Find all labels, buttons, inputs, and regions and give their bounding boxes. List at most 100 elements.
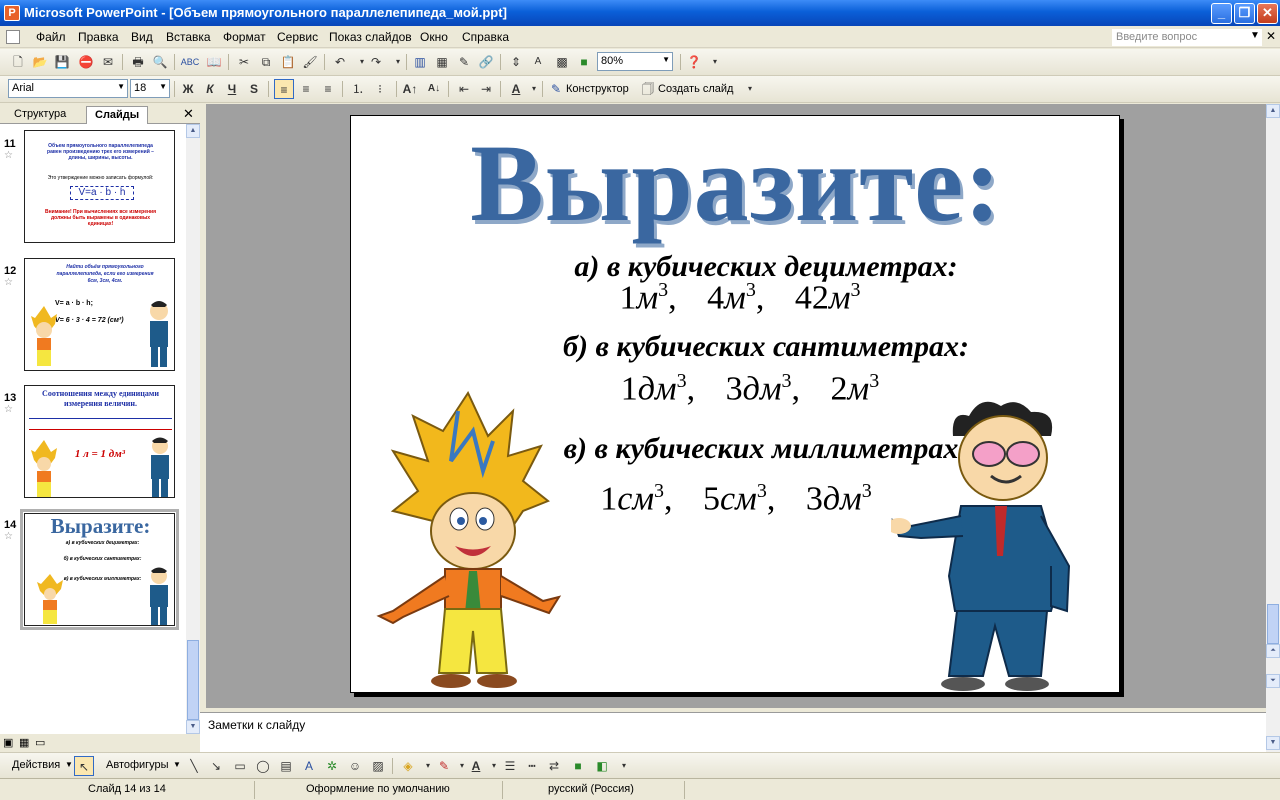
spelling-icon[interactable]: ABC	[180, 52, 200, 72]
slide-sorter-icon[interactable]: ▦	[19, 736, 29, 749]
wordart-icon[interactable]: A	[299, 756, 319, 776]
font-size-combo[interactable]: 18 ▼	[130, 79, 170, 98]
slide-thumbnail-11[interactable]: Объем прямоугольного параллелепипеда рав…	[24, 130, 175, 243]
print-preview-icon[interactable]: 🔍	[150, 52, 170, 72]
normal-view-icon[interactable]: ▣	[3, 736, 13, 749]
slide-thumbnail-13[interactable]: Соотношения между единицами измерения ве…	[24, 385, 175, 498]
toolbar-options-icon[interactable]: ▾	[614, 756, 634, 776]
undo-icon[interactable]: ↶	[330, 52, 350, 72]
print-icon[interactable]: 🖶	[128, 52, 148, 72]
menu-window[interactable]: Окно	[420, 30, 448, 44]
zoom-combo[interactable]: 80% ▼	[597, 52, 673, 71]
menu-file[interactable]: Файл	[36, 30, 66, 44]
slide-canvas[interactable]: Выразите: а) в кубических дециметрах: 1м…	[350, 115, 1120, 693]
font-color-dropdown-icon[interactable]: ▾	[524, 79, 544, 99]
scroll-thumb[interactable]	[187, 640, 199, 720]
italic-button[interactable]: К	[200, 79, 220, 99]
slideshow-icon[interactable]: ▭	[35, 736, 45, 749]
cartoon-boy-illustration[interactable]	[373, 390, 563, 691]
font-color-icon[interactable]: A	[506, 79, 526, 99]
decrease-font-icon[interactable]: A↓	[424, 79, 444, 99]
arrow-style-icon[interactable]: ⇄	[544, 756, 564, 776]
align-center-icon[interactable]: ≡	[296, 79, 316, 99]
clipart-icon[interactable]: ☺	[345, 756, 365, 776]
insert-table-icon[interactable]: ▦	[432, 52, 452, 72]
tables-borders-icon[interactable]: ✎	[454, 52, 474, 72]
workspace-scrollbar[interactable]: ▲ ⏶ ⏷ ▼	[1266, 104, 1280, 752]
tab-slides[interactable]: Слайды	[86, 106, 149, 124]
arrow-icon[interactable]: ↘	[206, 756, 226, 776]
previous-slide-icon[interactable]: ⏶	[1266, 644, 1280, 658]
toolbar-options-icon[interactable]: ▾	[705, 52, 725, 72]
scroll-thumb[interactable]	[1267, 604, 1279, 644]
save-icon[interactable]: 💾	[52, 52, 72, 72]
expand-all-icon[interactable]: ⇕	[506, 52, 526, 72]
align-right-icon[interactable]: ≡	[318, 79, 338, 99]
shadow-style-icon[interactable]: ■	[568, 756, 588, 776]
menu-insert[interactable]: Вставка	[166, 30, 211, 44]
help-icon[interactable]: ❓	[684, 52, 704, 72]
insert-hyperlink-icon[interactable]: 🔗	[476, 52, 496, 72]
scroll-down-icon[interactable]: ▼	[186, 720, 200, 734]
menu-tools[interactable]: Сервис	[277, 30, 318, 44]
tab-outline[interactable]: Структура	[6, 106, 74, 124]
textbox-icon[interactable]: ▤	[276, 756, 296, 776]
picture-icon[interactable]: ▨	[368, 756, 388, 776]
select-objects-icon[interactable]: ↖	[74, 756, 94, 776]
new-icon[interactable]: 🗋	[8, 52, 28, 72]
close-button[interactable]: ✕	[1257, 3, 1278, 24]
increase-font-icon[interactable]: A↑	[400, 79, 420, 99]
document-icon[interactable]	[6, 30, 20, 44]
notes-pane[interactable]: Заметки к слайду	[200, 712, 1266, 752]
designer-icon[interactable]: ✎	[546, 79, 566, 99]
menu-help[interactable]: Справка	[462, 30, 509, 44]
next-slide-icon[interactable]: ⏷	[1266, 674, 1280, 688]
redo-icon[interactable]: ↷	[366, 52, 386, 72]
menu-format[interactable]: Формат	[223, 30, 266, 44]
font-combo[interactable]: Arial ▼	[8, 79, 128, 98]
help-dropdown-icon[interactable]: ▼	[1250, 30, 1260, 41]
increase-indent-icon[interactable]: ⇥	[476, 79, 496, 99]
autoshapes-menu[interactable]: Автофигуры	[106, 759, 169, 771]
bold-button[interactable]: Ж	[178, 79, 198, 99]
section-heading-b[interactable]: б) в кубических сантиметрах:	[351, 330, 1181, 364]
show-formatting-icon[interactable]: A	[528, 52, 548, 72]
menu-slideshow[interactable]: Показ слайдов	[329, 30, 412, 44]
decrease-indent-icon[interactable]: ⇤	[454, 79, 474, 99]
menu-view[interactable]: Вид	[131, 30, 153, 44]
new-slide-button[interactable]: Создать слайд	[658, 83, 733, 95]
slide-title[interactable]: Выразите:	[351, 120, 1121, 247]
line-style-icon[interactable]: ☰	[500, 756, 520, 776]
fill-color-icon[interactable]: ◈	[398, 756, 418, 776]
panel-scrollbar[interactable]: ▲ ▼	[186, 124, 200, 734]
permission-icon[interactable]: ⛔	[76, 52, 96, 72]
3d-style-icon[interactable]: ◧	[592, 756, 612, 776]
line-color-icon[interactable]: ✎	[434, 756, 454, 776]
powerpoint-icon[interactable]: P	[4, 5, 20, 21]
dash-style-icon[interactable]: ┅	[522, 756, 542, 776]
toolbar-options-icon[interactable]: ▾	[740, 79, 760, 99]
insert-chart-icon[interactable]: ▥	[410, 52, 430, 72]
rectangle-icon[interactable]: ▭	[230, 756, 250, 776]
slide-thumbnail-14[interactable]: Выразите: а) в кубических дециметрах: б)…	[20, 509, 179, 630]
actions-menu[interactable]: Действия	[12, 759, 60, 771]
shadow-button[interactable]: S	[244, 79, 264, 99]
menu-edit[interactable]: Правка	[78, 30, 119, 44]
redo-dropdown-icon[interactable]: ▾	[388, 52, 408, 72]
slide-thumbnail-12[interactable]: Найти объём прямоугольного параллелепипе…	[24, 258, 175, 371]
diagram-icon[interactable]: ✲	[322, 756, 342, 776]
bullets-icon[interactable]: ⁝	[370, 79, 390, 99]
scroll-up-icon[interactable]: ▲	[186, 124, 200, 138]
values-a[interactable]: 1м3, 4м3, 42м3	[355, 279, 1125, 317]
maximize-button[interactable]: ❐	[1234, 3, 1255, 24]
oval-icon[interactable]: ◯	[253, 756, 273, 776]
show-grid-icon[interactable]: ▩	[552, 52, 572, 72]
designer-button[interactable]: Конструктор	[566, 83, 629, 95]
cartoon-professor-illustration[interactable]	[887, 396, 1111, 692]
new-slide-icon[interactable]: 🗍	[638, 79, 658, 99]
scroll-down-icon[interactable]: ▼	[1266, 736, 1280, 750]
align-left-icon[interactable]: ≡	[274, 79, 294, 99]
close-panel-icon[interactable]: ✕	[183, 106, 194, 122]
color-grayscale-icon[interactable]: ■	[574, 52, 594, 72]
font-color-icon[interactable]: A	[466, 756, 486, 776]
